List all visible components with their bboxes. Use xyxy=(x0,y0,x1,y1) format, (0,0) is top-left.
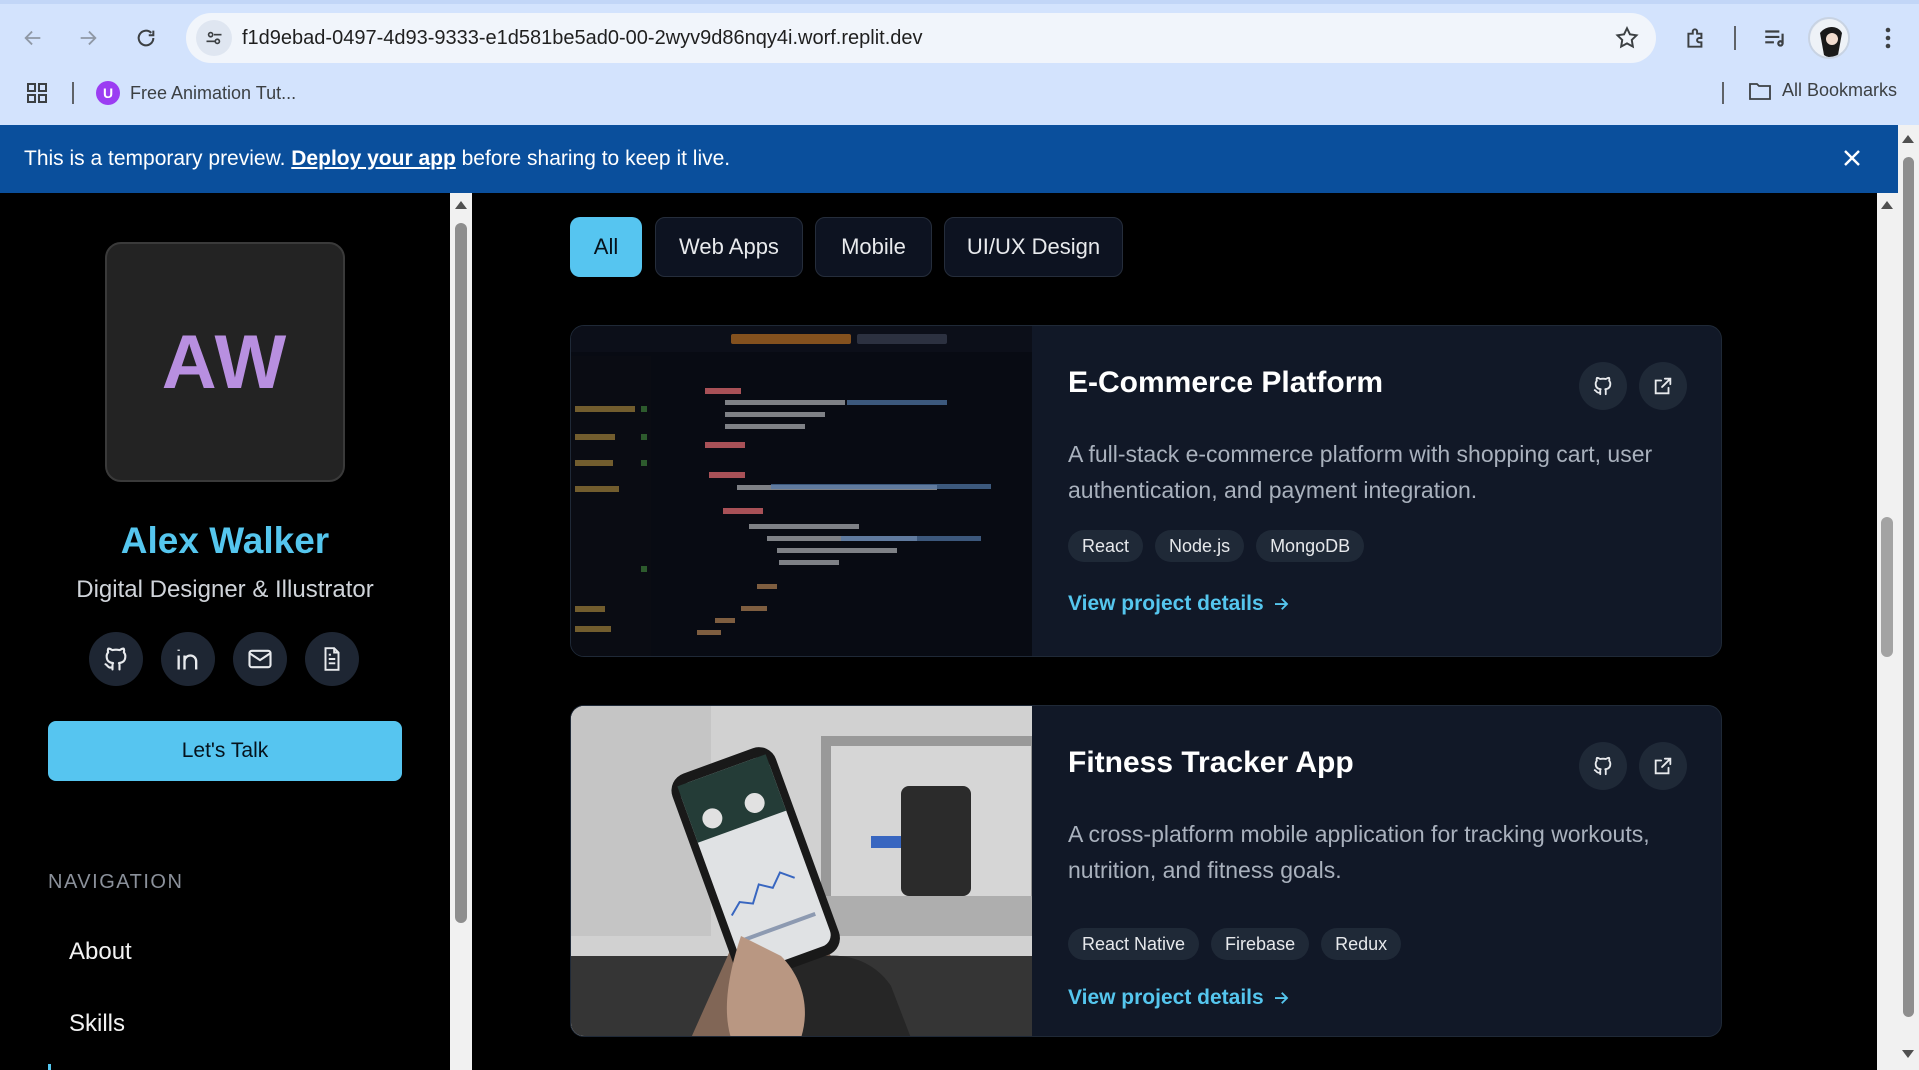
scroll-up-arrow-icon[interactable] xyxy=(1902,135,1914,143)
page-scrollbar-thumb[interactable] xyxy=(1903,157,1914,1017)
bookmark-divider xyxy=(72,82,74,104)
view-project-label: View project details xyxy=(1068,986,1264,1009)
project-tags: React Node.js MongoDB xyxy=(1068,530,1365,562)
arrow-right-icon xyxy=(80,30,97,46)
banner-text: This is a temporary preview. Deploy your… xyxy=(24,147,730,171)
url-text[interactable]: f1d9ebad-0497-4d93-9333-e1d581be5ad0-00-… xyxy=(242,27,923,50)
bookmark-favicon-icon: U xyxy=(96,81,120,105)
profile-name: Alex Walker xyxy=(120,520,330,561)
all-bookmarks-label: All Bookmarks xyxy=(1782,80,1898,100)
project-tags: React Native Firebase Redux xyxy=(1068,928,1402,960)
deploy-app-link[interactable]: Deploy your app xyxy=(291,147,456,170)
project-github-button[interactable] xyxy=(1579,362,1627,410)
resume-link[interactable] xyxy=(305,632,359,686)
scroll-down-arrow-icon[interactable] xyxy=(1902,1050,1914,1058)
lets-talk-button[interactable]: Let's Talk xyxy=(48,721,402,781)
project-image xyxy=(571,326,1032,656)
back-button[interactable] xyxy=(15,20,51,56)
extensions-icon[interactable] xyxy=(1678,20,1714,56)
avatar-monogram: AW xyxy=(105,242,345,482)
project-card: Fitness Tracker App A cross-platform mob… xyxy=(570,705,1722,1037)
nav-link-about[interactable]: About xyxy=(69,938,132,966)
profile-role: Digital Designer & Illustrator xyxy=(76,576,374,603)
tech-tag: React Native xyxy=(1068,928,1200,960)
address-bar[interactable]: f1d9ebad-0497-4d93-9333-e1d581be5ad0-00-… xyxy=(186,13,1656,63)
bookmark-label: Free Animation Tut... xyxy=(130,82,297,103)
main-scrollbar[interactable] xyxy=(1877,193,1898,1070)
main-scroll-up-icon[interactable] xyxy=(1881,201,1893,209)
browser-chrome: f1d9ebad-0497-4d93-9333-e1d581be5ad0-00-… xyxy=(0,0,1919,125)
filter-all[interactable]: All xyxy=(570,217,642,277)
project-image xyxy=(571,706,1032,1036)
arrow-left-icon xyxy=(24,30,41,46)
sidebar-scrollbar-thumb[interactable] xyxy=(455,223,467,923)
external-link-icon xyxy=(1654,757,1672,775)
tab-strip-edge xyxy=(0,0,1919,4)
github-icon xyxy=(1593,376,1612,396)
all-bookmarks-button[interactable]: All Bookmarks xyxy=(1748,80,1897,101)
filter-ui-ux-design[interactable]: UI/UX Design xyxy=(944,217,1123,277)
tech-tag: MongoDB xyxy=(1256,530,1365,562)
preview-banner: This is a temporary preview. Deploy your… xyxy=(0,125,1898,193)
close-icon[interactable] xyxy=(1838,145,1866,173)
project-description: A full-stack e-commerce platform with sh… xyxy=(1068,441,1653,503)
forward-button[interactable] xyxy=(70,20,106,56)
reload-icon xyxy=(137,29,155,47)
project-title: Fitness Tracker App xyxy=(1068,746,1354,779)
project-title: E-Commerce Platform xyxy=(1068,366,1384,399)
view-project-link[interactable]: View project details xyxy=(1068,986,1290,1010)
bookmark-star-icon[interactable] xyxy=(1614,25,1640,51)
bookmark-item[interactable]: U Free Animation Tut... xyxy=(96,80,296,106)
apps-grid-icon[interactable] xyxy=(26,82,48,104)
project-description: A cross-platform mobile application for … xyxy=(1068,821,1650,883)
filter-web-apps[interactable]: Web Apps xyxy=(655,217,803,277)
sidebar-scrollbar[interactable] xyxy=(450,193,472,1070)
banner-text-before: This is a temporary preview. xyxy=(24,147,292,170)
tech-tag: Redux xyxy=(1321,928,1402,960)
mail-icon xyxy=(248,649,272,669)
project-github-button[interactable] xyxy=(1579,742,1627,790)
view-project-label: View project details xyxy=(1068,592,1264,615)
media-queue-icon[interactable] xyxy=(1757,20,1793,56)
browser-menu-icon[interactable] xyxy=(1870,20,1906,56)
tech-tag: Firebase xyxy=(1211,928,1310,960)
bookmark-divider-right xyxy=(1722,82,1724,104)
sidebar-scroll-up-icon[interactable] xyxy=(455,201,467,209)
resume-icon xyxy=(324,647,340,671)
navigation-heading: NAVIGATION xyxy=(48,871,184,893)
main-scrollbar-thumb[interactable] xyxy=(1881,517,1893,657)
external-link-icon xyxy=(1654,377,1672,395)
tech-tag: React xyxy=(1068,530,1144,562)
view-project-link[interactable]: View project details xyxy=(1068,592,1290,616)
nav-active-indicator xyxy=(48,1064,51,1070)
project-card: E-Commerce Platform A full-stack e-comme… xyxy=(570,325,1722,657)
toolbar-divider xyxy=(1734,26,1736,50)
github-icon xyxy=(104,647,127,671)
email-link[interactable] xyxy=(233,632,287,686)
folder-icon xyxy=(1749,82,1771,100)
banner-text-after: before sharing to keep it live. xyxy=(455,147,731,170)
arrow-right-icon xyxy=(1274,992,1289,1004)
tech-tag: Node.js xyxy=(1155,530,1245,562)
reload-button[interactable] xyxy=(128,20,164,56)
page-scrollbar[interactable] xyxy=(1898,125,1919,1070)
github-icon xyxy=(1593,756,1612,776)
profile-avatar[interactable] xyxy=(1808,17,1850,59)
nav-link-skills[interactable]: Skills xyxy=(69,1010,125,1038)
project-external-link-button[interactable] xyxy=(1639,362,1687,410)
linkedin-icon xyxy=(177,649,198,670)
filter-mobile[interactable]: Mobile xyxy=(815,217,932,277)
arrow-right-icon xyxy=(1274,598,1289,610)
linkedin-link[interactable] xyxy=(161,632,215,686)
site-info-icon[interactable] xyxy=(196,20,232,56)
project-external-link-button[interactable] xyxy=(1639,742,1687,790)
github-link[interactable] xyxy=(89,632,143,686)
